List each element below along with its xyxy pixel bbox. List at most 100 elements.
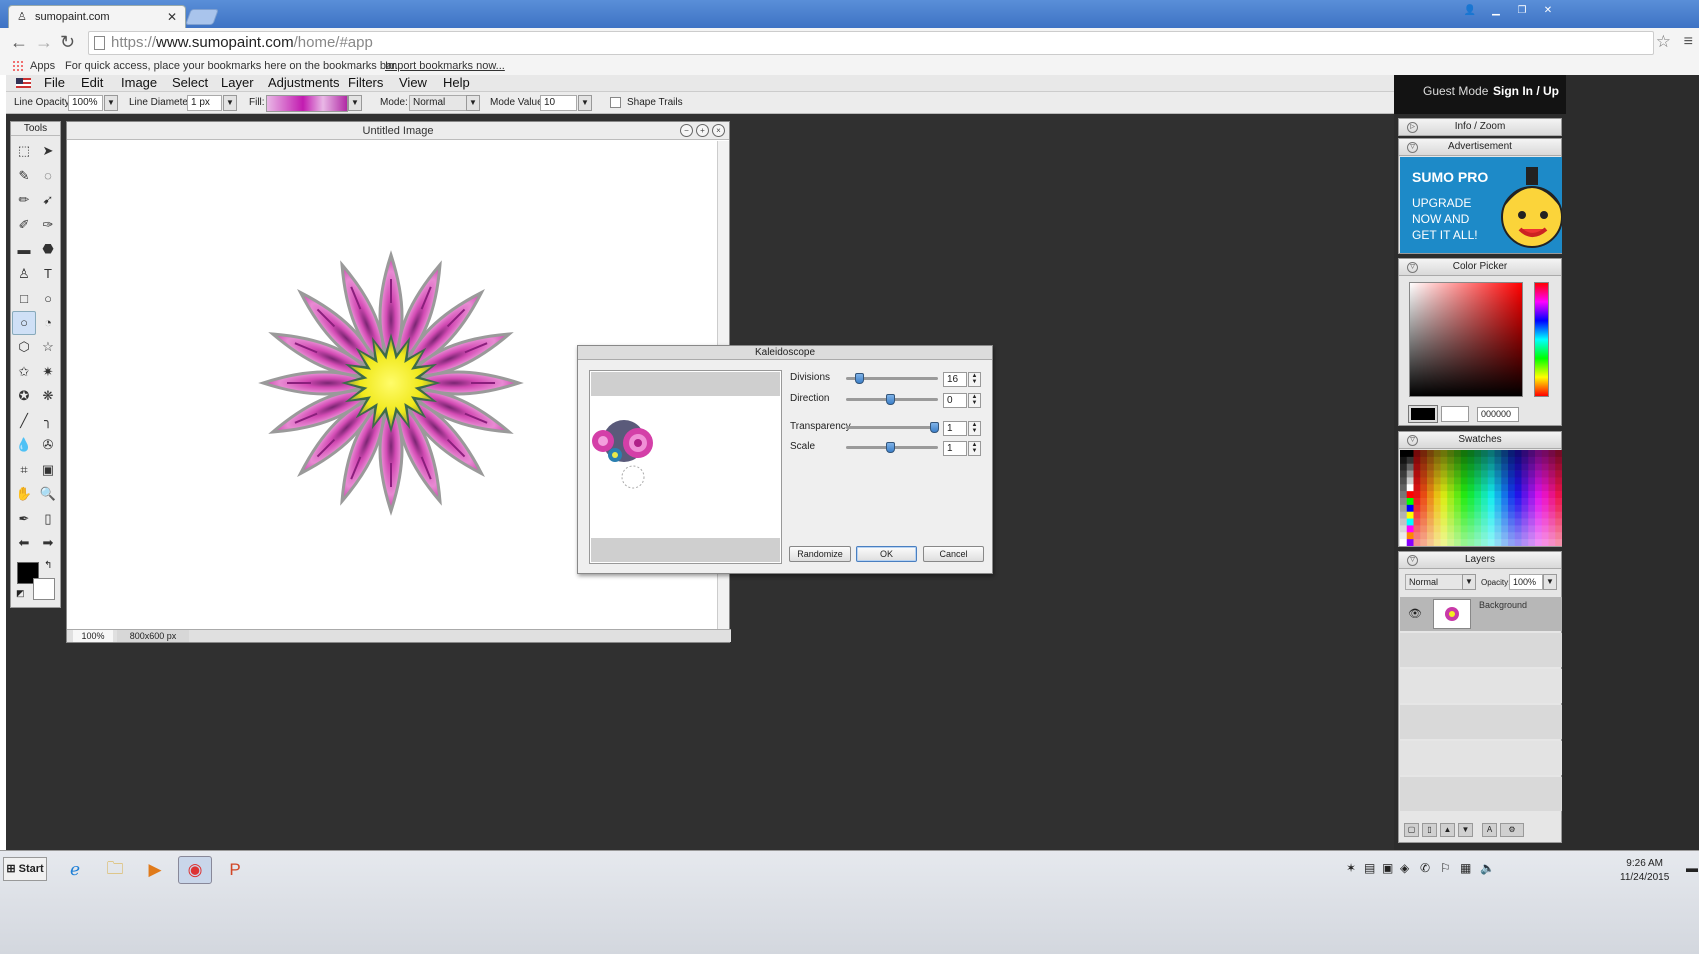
color-swatch[interactable] <box>1494 491 1502 499</box>
color-swatch[interactable] <box>1508 504 1516 513</box>
color-swatch[interactable] <box>1433 477 1441 485</box>
color-swatch[interactable] <box>1541 518 1549 526</box>
color-swatch[interactable] <box>1508 477 1516 485</box>
ok-button[interactable]: OK <box>856 546 917 562</box>
color-swatch[interactable] <box>1413 491 1421 499</box>
color-swatch[interactable] <box>1467 504 1475 513</box>
magic-wand-tool-icon[interactable]: ✎ <box>12 164 36 189</box>
color-swatch[interactable] <box>1460 450 1468 458</box>
color-swatch[interactable] <box>1541 463 1549 471</box>
picker-foreground-swatch[interactable] <box>1408 405 1438 423</box>
color-swatch[interactable] <box>1454 539 1462 546</box>
star-outline-tool-icon[interactable]: ✪ <box>12 384 36 409</box>
color-swatch[interactable] <box>1447 456 1455 465</box>
kaleidoscope-title[interactable]: Kaleidoscope <box>578 346 992 360</box>
color-swatch[interactable] <box>1420 450 1428 458</box>
color-swatch[interactable] <box>1528 504 1536 513</box>
network-icon[interactable]: ▦ <box>1460 861 1471 875</box>
color-swatch[interactable] <box>1427 463 1435 471</box>
rounded-shape-tool-icon[interactable]: ◔ <box>36 311 60 336</box>
color-swatch[interactable] <box>1400 504 1408 513</box>
trash-tool-icon[interactable]: ▯ <box>36 507 60 532</box>
rectangle-tool-icon[interactable]: □ <box>12 286 36 311</box>
kaleidoscope-preview[interactable] <box>589 370 782 564</box>
color-swatch[interactable] <box>1487 525 1495 533</box>
color-swatch[interactable] <box>1474 511 1482 519</box>
color-swatch[interactable] <box>1474 456 1482 465</box>
color-swatch[interactable] <box>1433 456 1441 465</box>
color-swatch[interactable] <box>1467 477 1475 485</box>
color-swatch[interactable] <box>1535 450 1543 458</box>
color-swatch[interactable] <box>1514 539 1522 546</box>
eye-visibility-icon[interactable]: 👁 <box>1408 607 1422 620</box>
color-swatch[interactable] <box>1447 498 1455 506</box>
airbrush-tool-icon[interactable]: ✐ <box>12 213 36 238</box>
color-swatch[interactable] <box>1548 539 1556 546</box>
image-window-titlebar[interactable]: Untitled Image − + × <box>67 122 729 140</box>
mode-dropdown[interactable]: ▼ <box>466 95 480 111</box>
menu-layer[interactable]: Layer <box>221 75 254 91</box>
eyedropper-tool-icon[interactable]: ✒ <box>12 507 36 532</box>
color-swatch[interactable] <box>1555 484 1562 492</box>
color-swatch[interactable] <box>1481 539 1489 546</box>
color-swatch[interactable] <box>1413 539 1421 546</box>
color-swatch[interactable] <box>1454 511 1462 519</box>
sumo-pro-ad[interactable]: SUMO PRO UPGRADE NOW AND GET IT ALL! <box>1400 157 1562 253</box>
color-swatch[interactable] <box>1555 504 1562 513</box>
color-swatch[interactable] <box>1440 532 1448 540</box>
color-swatch[interactable] <box>1487 484 1495 492</box>
color-swatch[interactable] <box>1555 525 1562 533</box>
color-swatch[interactable] <box>1508 484 1516 492</box>
tray-icon[interactable]: ✆ <box>1420 861 1430 875</box>
flower-shape-tool-icon[interactable]: ❋ <box>36 384 60 409</box>
color-swatch[interactable] <box>1406 470 1414 478</box>
color-swatch[interactable] <box>1447 477 1455 485</box>
color-swatch[interactable] <box>1413 532 1421 540</box>
lasso-tool-icon[interactable]: ◌ <box>36 164 60 189</box>
color-swatch[interactable] <box>1487 456 1495 465</box>
text-tool-icon[interactable]: T <box>36 262 60 287</box>
color-swatch[interactable] <box>1440 491 1448 499</box>
color-swatch[interactable] <box>1474 518 1482 526</box>
color-swatch[interactable] <box>1501 484 1509 492</box>
color-swatch[interactable] <box>1400 463 1408 471</box>
color-swatch[interactable] <box>1521 470 1529 478</box>
color-swatch[interactable] <box>1548 491 1556 499</box>
color-swatch[interactable] <box>1413 498 1421 506</box>
star5-tool-icon[interactable]: ✩ <box>12 360 36 385</box>
tray-icon[interactable]: ◈ <box>1400 861 1409 875</box>
color-swatch[interactable] <box>1528 491 1536 499</box>
color-swatch[interactable] <box>1494 539 1502 546</box>
circle-tool-icon[interactable]: ○ <box>12 310 36 335</box>
color-swatch[interactable] <box>1420 539 1428 546</box>
color-swatch[interactable] <box>1508 511 1516 519</box>
close-tab-icon[interactable]: ✕ <box>167 10 177 24</box>
color-swatch[interactable] <box>1501 539 1509 546</box>
menu-adjustments[interactable]: Adjustments <box>268 75 340 91</box>
color-swatch[interactable] <box>1487 463 1495 471</box>
color-swatch[interactable] <box>1508 518 1516 526</box>
color-swatch[interactable] <box>1548 525 1556 533</box>
mode-value-input[interactable]: 10 <box>540 95 577 111</box>
drop-tool-icon[interactable]: 💧 <box>12 433 36 458</box>
color-swatch[interactable] <box>1535 484 1543 492</box>
color-swatch[interactable] <box>1514 491 1522 499</box>
color-swatch[interactable] <box>1447 504 1455 513</box>
curve-tool-icon[interactable]: ╮ <box>36 409 60 434</box>
direction-slider-thumb[interactable] <box>886 394 895 405</box>
color-swatch[interactable] <box>1555 456 1562 465</box>
minimize-icon[interactable]: ▁ <box>1484 4 1508 19</box>
color-swatch[interactable] <box>1427 484 1435 492</box>
color-swatch[interactable] <box>1474 463 1482 471</box>
color-swatch[interactable] <box>1528 477 1536 485</box>
color-swatch[interactable] <box>1400 498 1408 506</box>
color-swatch[interactable] <box>1555 498 1562 506</box>
color-swatch[interactable] <box>1521 484 1529 492</box>
chrome-menu-icon[interactable]: ≡ <box>1684 33 1693 51</box>
color-swatch[interactable] <box>1460 498 1468 506</box>
color-swatch[interactable] <box>1548 504 1556 513</box>
color-swatch[interactable] <box>1454 532 1462 540</box>
menu-filters[interactable]: Filters <box>348 75 383 91</box>
color-swatch[interactable] <box>1535 532 1543 540</box>
menu-edit[interactable]: Edit <box>81 75 103 91</box>
